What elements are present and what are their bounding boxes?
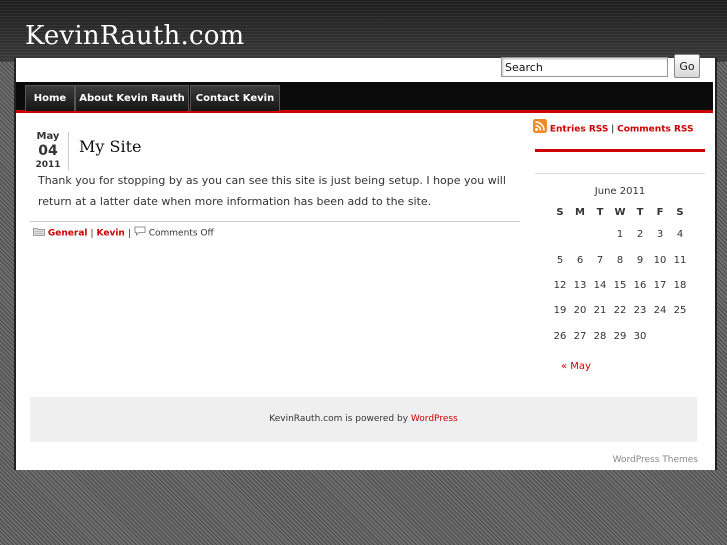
calendar-day: 13: [573, 279, 587, 291]
calendar-day: 23: [633, 305, 647, 317]
calendar-weekday: T: [596, 206, 604, 218]
footer-text: KevinRauth.com is powered by: [269, 414, 409, 424]
calendar-day: 11: [673, 254, 687, 266]
comments-rss-link[interactable]: Comments RSS: [617, 125, 693, 135]
calendar-day: [650, 324, 670, 349]
nav-tab-home[interactable]: Home: [25, 85, 75, 111]
calendar-weekday: M: [575, 206, 585, 218]
calendar-caption: June 2011: [594, 186, 646, 197]
calendar-day: 9: [636, 254, 644, 266]
sidebar-divider: [535, 173, 705, 174]
meta-separator: |: [127, 228, 131, 239]
main-navbar: Home About Kevin Rauth Contact Kevin: [16, 82, 713, 113]
calendar-day: [590, 222, 610, 247]
comment-bubble-icon: [134, 226, 146, 240]
site-header: KevinRauth.com: [0, 0, 727, 62]
calendar-day: 3: [656, 229, 664, 241]
calendar-prev-month-link[interactable]: « May: [561, 361, 591, 372]
calendar-day: 12: [553, 279, 567, 291]
footer-wordpress-link[interactable]: WordPress: [411, 414, 458, 424]
calendar-week: 1 2 3 4: [550, 222, 690, 247]
calendar-weekday: T: [636, 206, 644, 218]
calendar-day: 6: [576, 254, 584, 266]
nav-tab-label: Contact Kevin: [195, 93, 275, 104]
calendar-day: 7: [596, 254, 604, 266]
post-date-day: 04: [38, 143, 58, 159]
calendar-weekday: W: [614, 206, 626, 218]
search-input[interactable]: [501, 57, 668, 77]
post-date-divider: [68, 132, 69, 170]
calendar-day: 10: [653, 254, 667, 266]
category-link-general[interactable]: General: [48, 229, 88, 239]
calendar-day: [670, 324, 690, 349]
calendar-weekday-row: S M T W T F S: [550, 202, 690, 222]
nav-tab-label: Home: [33, 93, 67, 104]
calendar-table: S M T W T F S 1 2 3 4 5 6 7 8 9 10 11 12…: [550, 202, 690, 349]
calendar-day: 25: [673, 305, 687, 317]
calendar-weekday: S: [556, 206, 564, 218]
rss-feed-icon[interactable]: [533, 119, 547, 139]
calendar-day: 30: [633, 330, 647, 342]
calendar-week: 12 13 14 15 16 17 18: [550, 273, 690, 298]
calendar-week: 26 27 28 29 30: [550, 324, 690, 349]
calendar-day: 16: [633, 279, 647, 291]
calendar-day: 18: [673, 279, 687, 291]
calendar-day: 27: [573, 330, 587, 342]
nav-tab-contact[interactable]: Contact Kevin: [190, 85, 280, 111]
post-meta: General | Kevin | Comments Off: [33, 226, 214, 240]
nav-tab-label: About Kevin Rauth: [79, 93, 185, 104]
calendar-day: 29: [613, 330, 627, 342]
folder-icon: [33, 227, 45, 240]
site-title[interactable]: KevinRauth.com: [25, 20, 244, 52]
sidebar-accent-rule: [535, 149, 705, 152]
calendar-weekday: S: [676, 206, 684, 218]
themes-credit-link[interactable]: WordPress Themes: [613, 455, 698, 465]
calendar-day: 14: [593, 279, 607, 291]
calendar-day: [570, 222, 590, 247]
calendar-day: 5: [556, 254, 564, 266]
meta-separator: |: [90, 228, 94, 239]
calendar-day: 22: [613, 305, 627, 317]
search-go-button[interactable]: Go: [674, 54, 700, 78]
calendar-day: 26: [553, 330, 567, 342]
calendar-day: 15: [613, 279, 627, 291]
calendar-day: 28: [593, 330, 607, 342]
post-divider: [30, 221, 520, 222]
post-date: May 04 2011: [28, 131, 68, 171]
calendar-week: 19 20 21 22 23 24 25: [550, 298, 690, 323]
site-footer: KevinRauth.com is powered by WordPress: [30, 397, 697, 442]
comments-status: Comments Off: [148, 228, 214, 239]
post-date-month: May: [36, 131, 60, 142]
calendar-day: 17: [653, 279, 667, 291]
calendar-day: [550, 222, 570, 247]
calendar-weekday: F: [656, 206, 664, 218]
calendar-day: 24: [653, 305, 667, 317]
post-title[interactable]: My Site: [79, 136, 141, 158]
category-link-kevin[interactable]: Kevin: [97, 229, 125, 239]
nav-tab-about[interactable]: About Kevin Rauth: [75, 85, 189, 111]
entries-rss-link[interactable]: Entries RSS: [550, 125, 608, 135]
calendar-day: 19: [553, 305, 567, 317]
calendar-week: 5 6 7 8 9 10 11: [550, 247, 690, 272]
calendar-day: 21: [593, 305, 607, 317]
calendar-day: 2: [636, 229, 644, 241]
calendar-day: 8: [616, 254, 624, 266]
calendar-day: 20: [573, 305, 587, 317]
rss-links: Entries RSS | Comments RSS: [533, 119, 693, 139]
rss-separator: |: [611, 124, 615, 135]
calendar-day: 4: [676, 229, 684, 241]
post-body: Thank you for stopping by as you can see…: [38, 174, 506, 208]
calendar-day: 1: [616, 229, 624, 241]
